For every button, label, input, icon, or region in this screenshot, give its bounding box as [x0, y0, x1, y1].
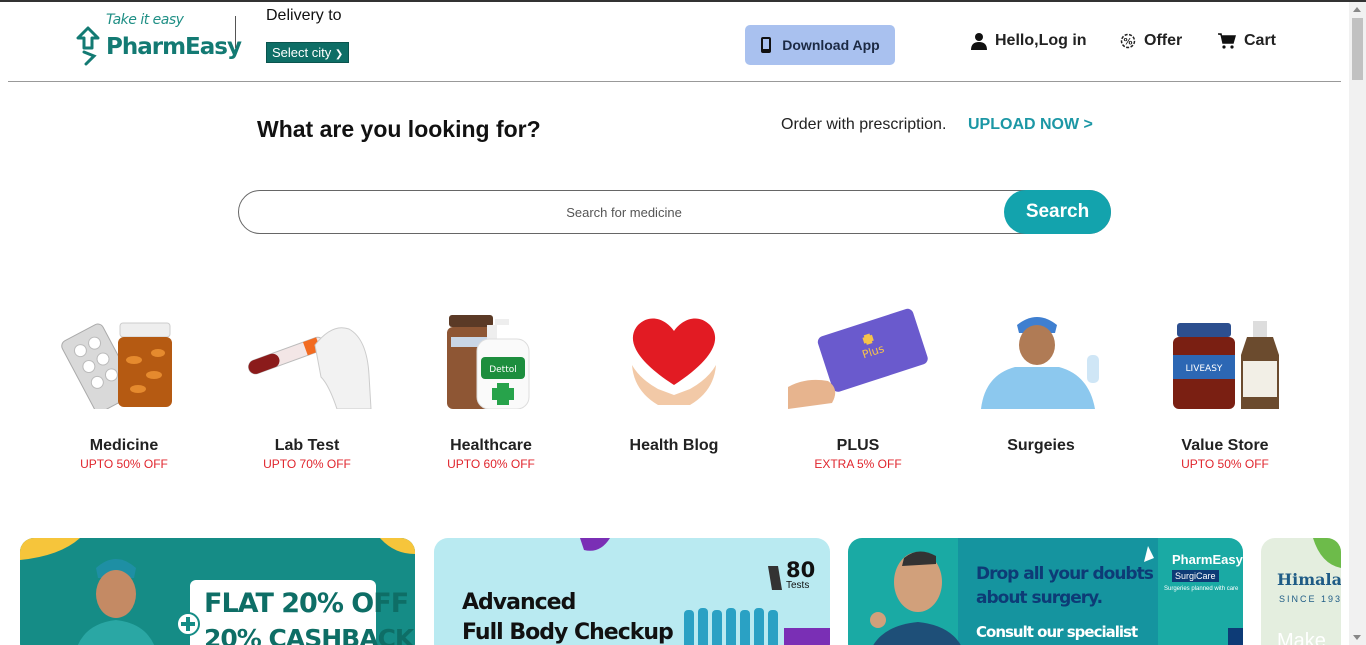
banner-artwork [1313, 538, 1341, 568]
banner-himalaya[interactable]: Himalaya SINCE 1930 Make yo [1261, 538, 1341, 645]
prescription-text: Order with prescription. [781, 116, 947, 133]
category-lab-test[interactable]: Lab Test UPTO 70% OFF [227, 305, 387, 471]
banner-checkup-line1: Advanced [462, 590, 576, 615]
banner-tests-unit: Tests [786, 580, 810, 591]
scrollbar-thumb[interactable] [1352, 18, 1363, 80]
healthcare-icon: Dettol [421, 305, 561, 410]
banner-himalaya-since: SINCE 1930 [1279, 594, 1341, 604]
category-offer: UPTO 70% OFF [263, 457, 351, 471]
search-button[interactable]: Search [1004, 190, 1111, 234]
logo-tagline: Take it easy [106, 12, 184, 28]
plus-card-icon: Plus [788, 305, 928, 409]
category-label: Healthcare [450, 437, 532, 454]
category-label: Medicine [89, 437, 159, 454]
heart-icon [604, 305, 744, 409]
scroll-up-icon[interactable] [1353, 7, 1361, 12]
offer-badge-icon: % [1120, 33, 1136, 49]
svg-text:Dettol: Dettol [489, 365, 517, 375]
upload-now-link[interactable]: UPLOAD NOW > [968, 116, 1093, 134]
category-healthcare[interactable]: Dettol Healthcare UPTO 60% OFF [411, 305, 571, 471]
banner-flat-offer[interactable]: FLAT 20% OFF 20% CASHBACK [20, 538, 415, 645]
search-bar: Search [238, 190, 1111, 234]
login-link[interactable]: Hello,Log in [971, 32, 1087, 50]
chevron-down-icon: ❯ [334, 49, 344, 60]
category-offer: UPTO 50% OFF [1181, 457, 1269, 471]
category-offer: EXTRA 5% OFF [814, 457, 902, 471]
category-plus[interactable]: Plus PLUS EXTRA 5% OFF [778, 305, 938, 471]
logo-mark-icon [76, 26, 100, 66]
banner-tests-count: 80 [786, 558, 816, 582]
scroll-down-icon[interactable] [1353, 635, 1361, 640]
delivery-label: Delivery to [266, 7, 342, 24]
download-app-button[interactable]: Download App [745, 25, 895, 65]
cart-label: Cart [1244, 32, 1277, 49]
banner-surgicare-line3: Consult our specialist [976, 623, 1138, 641]
banner-surgicare-brand: PharmEasy [1172, 552, 1243, 567]
city-select[interactable]: Select city ❯ [266, 42, 350, 63]
category-label: Health Blog [629, 437, 719, 454]
banner-flat-offer-line2: 20% CASHBACK [204, 624, 414, 645]
category-offer: UPTO 50% OFF [80, 457, 168, 471]
site-header: Take it easy PharmEasy Delivery to Selec… [8, 2, 1341, 82]
user-icon [971, 33, 987, 50]
category-value-store[interactable]: LIVEASY Value Store UPTO 50% OFF [1145, 305, 1305, 471]
banner-surgicare-line1: Drop all your doubts [976, 564, 1154, 584]
category-label: Surgeies [1007, 437, 1075, 454]
cart-icon [1218, 33, 1236, 49]
banner-himalaya-text: Make yo [1277, 630, 1326, 645]
banner-surgicare-tag: Surgeries planned with care [1164, 586, 1239, 592]
category-medicine[interactable]: Medicine UPTO 50% OFF [44, 305, 204, 471]
city-select-value: Select city [272, 45, 332, 60]
banner-flat-offer-line1: FLAT 20% OFF [204, 588, 409, 619]
cart-link[interactable]: Cart [1218, 32, 1276, 50]
category-label: Value Store [1181, 437, 1269, 454]
page-scrollbar[interactable] [1349, 2, 1366, 645]
category-surgeries[interactable]: Surgeies [961, 305, 1121, 457]
banner-checkup-line2: Full Body Checkup [462, 620, 674, 645]
value-store-icon: LIVEASY [1155, 305, 1295, 409]
svg-text:LIVEASY: LIVEASY [1186, 364, 1223, 374]
category-health-blog[interactable]: Health Blog [594, 305, 754, 457]
offer-label: Offer [1144, 32, 1183, 49]
logo-name: PharmEasy [106, 34, 242, 60]
category-offer: UPTO 60% OFF [447, 457, 535, 471]
banner-himalaya-brand: Himalaya [1277, 570, 1341, 589]
login-label: Hello,Log in [995, 32, 1087, 49]
lab-test-icon [237, 305, 377, 410]
search-heading: What are you looking for? [257, 116, 541, 142]
offer-link[interactable]: % Offer [1120, 32, 1182, 50]
pharmeasy-logo[interactable]: Take it easy PharmEasy [74, 10, 242, 72]
category-label: PLUS [836, 437, 880, 454]
surgeon-icon [971, 305, 1111, 409]
phone-icon [761, 37, 772, 53]
banner-full-body-checkup[interactable]: Advanced Full Body Checkup 80 Tests [434, 538, 830, 645]
medicine-icon [54, 305, 194, 413]
banner-surgicare-sub: SurgiCare [1172, 570, 1219, 582]
header-divider [235, 16, 236, 48]
download-app-label: Download App [782, 37, 880, 53]
banner-surgicare-line2: about surgery. [976, 588, 1103, 608]
svg-text:%: % [1123, 38, 1132, 48]
category-label: Lab Test [274, 437, 340, 454]
search-input[interactable] [239, 191, 1009, 233]
banner-surgicare[interactable]: Drop all your doubts about surgery. Cons… [848, 538, 1243, 645]
